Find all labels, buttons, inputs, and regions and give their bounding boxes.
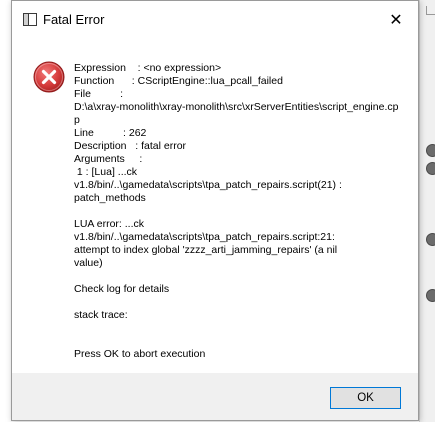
background-window	[419, 0, 435, 422]
ok-button[interactable]: OK	[330, 387, 401, 409]
dialog-footer: OK	[12, 373, 418, 420]
app-window-icon	[23, 13, 37, 26]
fatal-error-dialog: Fatal Error ✕ Expression : <no expressio…	[11, 0, 419, 421]
background-radio-icon	[426, 233, 435, 246]
background-window-mark	[426, 6, 435, 15]
close-icon: ✕	[389, 12, 403, 29]
error-message-text: Expression : <no expression> Function : …	[74, 62, 399, 360]
error-icon	[33, 61, 65, 93]
message-area: Expression : <no expression> Function : …	[12, 39, 418, 373]
dialog-title: Fatal Error	[43, 12, 105, 27]
close-button[interactable]: ✕	[374, 1, 418, 39]
background-radio-icon	[426, 289, 435, 302]
background-radio-icon	[426, 144, 435, 157]
background-radio-icon	[426, 162, 435, 175]
title-bar[interactable]: Fatal Error ✕	[12, 1, 418, 39]
